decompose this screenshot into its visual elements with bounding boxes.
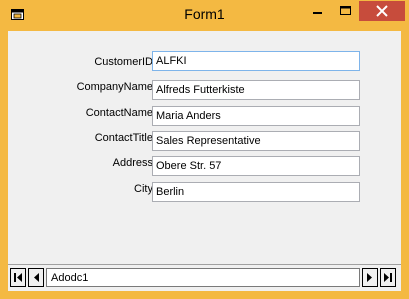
contacttitle-label: ContactTitle [94, 132, 153, 144]
first-record-icon [14, 273, 22, 282]
address-label: Address [112, 157, 153, 169]
title-bar[interactable]: Form1 [0, 0, 409, 31]
contacttitle-field[interactable]: Sales Representative [152, 131, 360, 151]
last-record-icon [384, 273, 392, 282]
adodc-control: Adodc1 [8, 264, 401, 290]
maximize-icon [340, 6, 351, 15]
next-record-button[interactable] [362, 268, 378, 287]
previous-record-button[interactable] [28, 268, 44, 287]
city-label: City [134, 183, 153, 195]
customerid-field[interactable]: ALFKI [152, 51, 360, 71]
contactname-label: ContactName [85, 107, 153, 119]
city-field[interactable]: Berlin [152, 182, 360, 202]
first-record-button[interactable] [10, 268, 26, 287]
minimize-button[interactable] [303, 1, 331, 21]
address-field[interactable]: Obere Str. 57 [152, 156, 360, 176]
form-client-area: CustomerID ALFKI CompanyName Alfreds Fut… [8, 31, 401, 291]
last-record-button[interactable] [380, 268, 396, 287]
companyname-label: CompanyName [76, 81, 153, 93]
close-button[interactable] [359, 1, 405, 21]
next-record-icon [367, 273, 372, 282]
contactname-field[interactable]: Maria Anders [152, 106, 360, 126]
form1-window: Form1 CustomerID ALFKI CompanyName Alfre… [0, 0, 409, 299]
close-icon [376, 5, 388, 17]
adodc-caption: Adodc1 [46, 268, 360, 287]
customerid-label: CustomerID [94, 56, 153, 68]
maximize-button[interactable] [331, 1, 359, 21]
companyname-field[interactable]: Alfreds Futterkiste [152, 80, 360, 100]
minimize-icon [313, 12, 322, 14]
previous-record-icon [34, 273, 39, 282]
